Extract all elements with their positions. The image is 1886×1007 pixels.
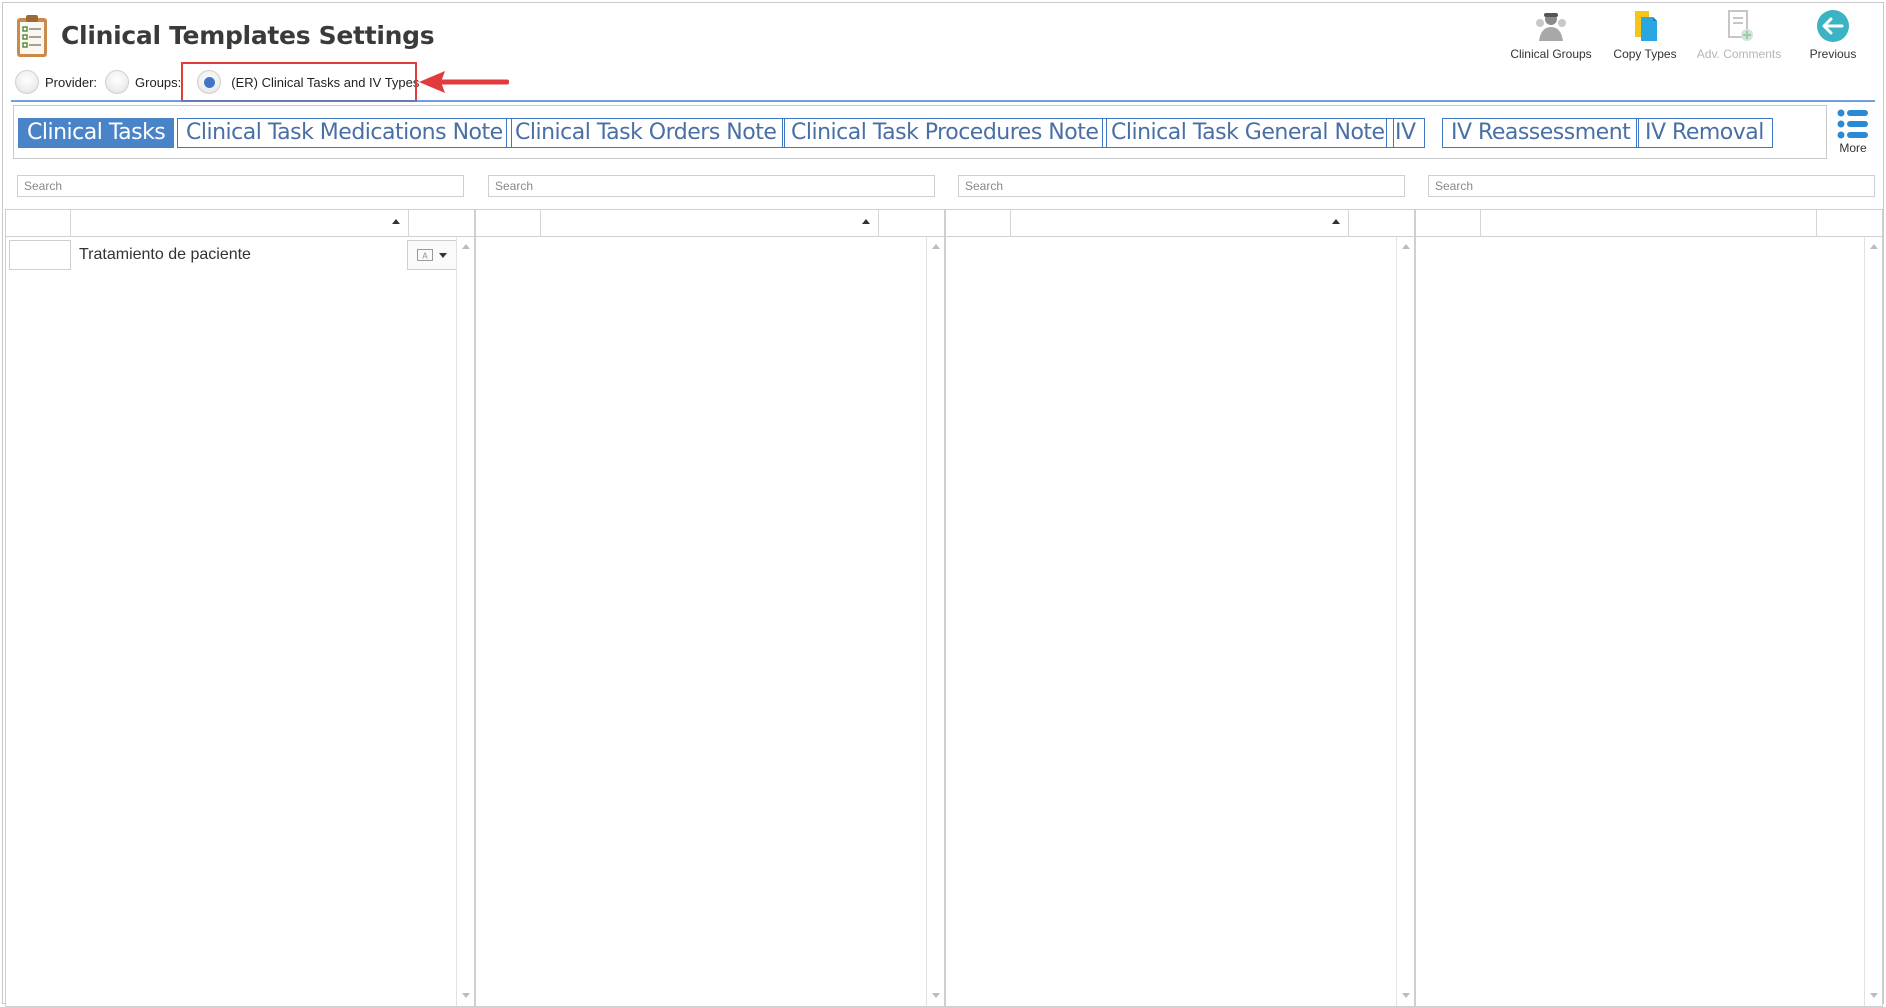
callout-highlight-box <box>181 62 417 102</box>
more-button[interactable]: More <box>1831 107 1875 155</box>
vertical-scrollbar[interactable] <box>1864 237 1882 1006</box>
tab-iv-removal[interactable]: IV Removal <box>1636 118 1773 148</box>
tab-clinical-task-procedures-note[interactable]: Clinical Task Procedures Note <box>782 118 1108 148</box>
clinical-groups-icon <box>1536 13 1566 41</box>
template-grid-4 <box>1415 209 1883 1007</box>
list-menu-icon <box>1837 109 1868 139</box>
grid-header <box>476 210 944 237</box>
provider-radio[interactable] <box>15 70 39 94</box>
page-title: Clinical Templates Settings <box>61 21 435 50</box>
scroll-up-icon[interactable] <box>1402 244 1410 249</box>
adv-comments-icon <box>1728 10 1753 41</box>
column-header-action[interactable] <box>878 210 928 237</box>
column-header-action[interactable] <box>1348 210 1398 237</box>
copy-types-icon <box>1635 11 1657 41</box>
adv-comments-label: Adv. Comments <box>1696 47 1782 61</box>
template-type-tabbar: Clinical Tasks Clinical Task Medications… <box>13 105 1827 159</box>
template-grid-3 <box>945 209 1415 1007</box>
scroll-down-icon[interactable] <box>1402 993 1410 998</box>
table-row[interactable]: Tratamiento de paciente A <box>6 238 457 272</box>
chevron-down-icon <box>439 252 447 258</box>
column-header-select[interactable] <box>946 210 1011 237</box>
groups-radio-label: Groups: <box>135 74 182 90</box>
text-template-icon: A <box>417 249 433 261</box>
vertical-scrollbar[interactable] <box>456 237 474 1006</box>
vertical-scrollbar[interactable] <box>1396 237 1414 1006</box>
clipboard-icon <box>17 15 47 57</box>
sort-ascending-icon[interactable] <box>392 219 400 224</box>
grid-header <box>6 210 474 237</box>
previous-label: Previous <box>1809 47 1857 61</box>
search-input-panel-3[interactable] <box>958 175 1405 197</box>
header-divider <box>11 100 1875 102</box>
svg-text:A: A <box>422 252 428 261</box>
row-template-dropdown[interactable]: A <box>407 240 457 270</box>
column-header-action[interactable] <box>1816 210 1866 237</box>
back-arrow-icon <box>1817 10 1849 42</box>
vertical-scrollbar[interactable] <box>926 237 944 1006</box>
tab-iv-reassessment[interactable]: IV Reassessment <box>1442 118 1640 148</box>
top-toolbar: Clinical Groups Copy Types Adv. Comments <box>1507 9 1877 61</box>
row-select-cell[interactable] <box>9 240 71 270</box>
tab-iv[interactable]: IV <box>1386 118 1425 148</box>
scroll-up-icon[interactable] <box>932 244 940 249</box>
more-label: More <box>1839 141 1867 155</box>
copy-types-label: Copy Types <box>1613 47 1677 61</box>
scroll-down-icon[interactable] <box>1870 993 1878 998</box>
grid-header <box>946 210 1414 237</box>
grid-header <box>1416 210 1882 237</box>
scroll-down-icon[interactable] <box>462 993 470 998</box>
tab-clinical-task-orders-note[interactable]: Clinical Task Orders Note <box>506 118 786 148</box>
tab-clinical-tasks[interactable]: Clinical Tasks <box>18 118 175 148</box>
sort-ascending-icon[interactable] <box>1332 219 1340 224</box>
copy-types-button[interactable]: Copy Types <box>1601 9 1689 61</box>
template-grid-2 <box>475 209 945 1007</box>
clinical-groups-button[interactable]: Clinical Groups <box>1507 9 1595 61</box>
app-window: Clinical Templates Settings Provider: Gr… <box>2 2 1884 1007</box>
scroll-up-icon[interactable] <box>462 244 470 249</box>
adv-comments-button[interactable]: Adv. Comments <box>1695 9 1783 61</box>
column-header-select[interactable] <box>1416 210 1481 237</box>
row-name-cell: Tratamiento de paciente <box>79 246 251 263</box>
column-header-select[interactable] <box>6 210 71 237</box>
search-input-clinical-tasks[interactable] <box>17 175 464 197</box>
search-input-panel-2[interactable] <box>488 175 935 197</box>
groups-radio[interactable] <box>105 70 130 94</box>
column-header-select[interactable] <box>476 210 541 237</box>
clinical-groups-label: Clinical Groups <box>1510 47 1592 61</box>
scroll-down-icon[interactable] <box>932 993 940 998</box>
search-input-panel-4[interactable] <box>1428 175 1875 197</box>
column-header-action[interactable] <box>408 210 458 237</box>
sort-ascending-icon[interactable] <box>862 219 870 224</box>
scroll-up-icon[interactable] <box>1870 244 1878 249</box>
clinical-tasks-grid: Tratamiento de paciente A <box>5 209 475 1007</box>
tab-clinical-task-general-note[interactable]: Clinical Task General Note <box>1102 118 1394 148</box>
previous-button[interactable]: Previous <box>1789 9 1877 61</box>
tab-clinical-task-medications-note[interactable]: Clinical Task Medications Note <box>177 118 512 148</box>
callout-arrow-icon <box>419 71 509 93</box>
provider-radio-label: Provider: <box>45 74 98 90</box>
